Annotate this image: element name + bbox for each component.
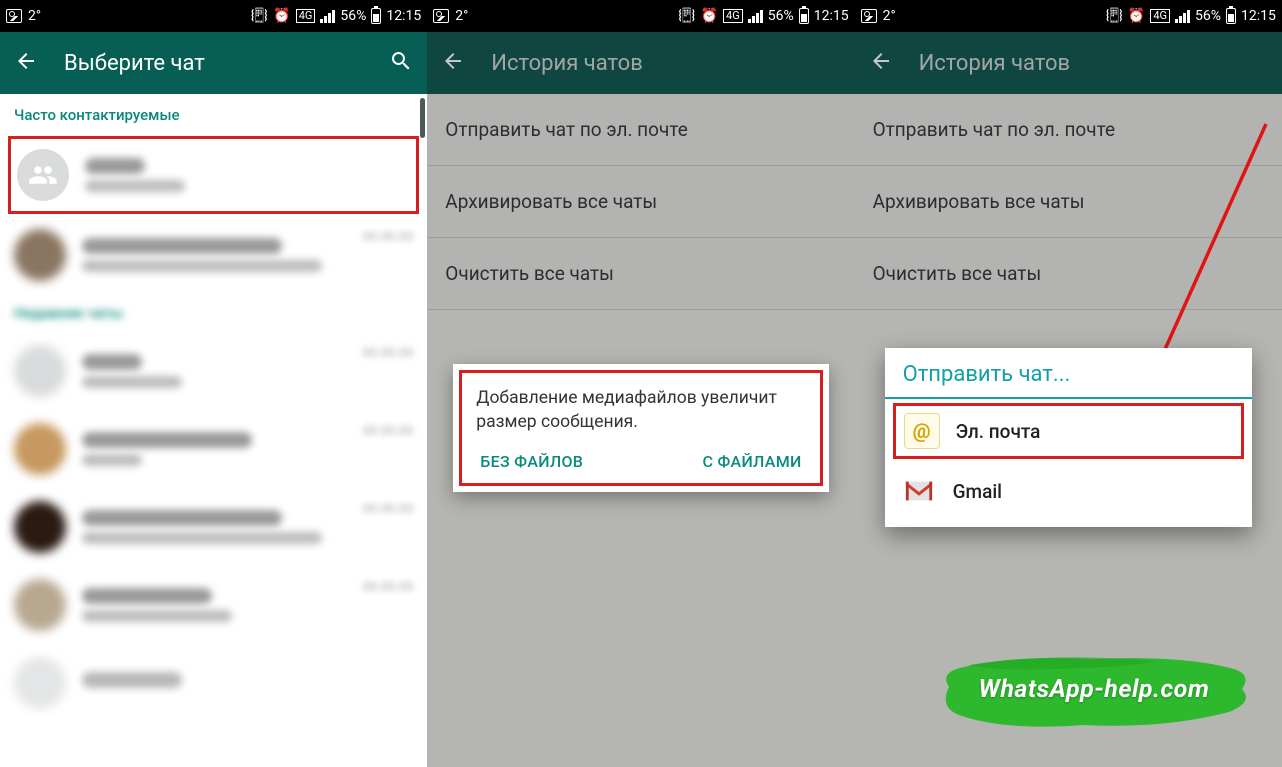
- status-bar: 2° 4G 56% 12:15: [427, 0, 854, 32]
- screen-chat-history-dialog: 2° 4G 56% 12:15 История чатов Отправить …: [427, 0, 854, 767]
- section-recent-label: Недавние чаты: [0, 294, 427, 332]
- without-files-button[interactable]: БЕЗ ФАЙЛОВ: [480, 452, 583, 471]
- contact-row[interactable]: [0, 644, 427, 722]
- status-temperature: 2°: [455, 8, 468, 24]
- network-badge: 4G: [723, 9, 743, 23]
- share-option-gmail[interactable]: Gmail: [885, 463, 1252, 519]
- share-option-label: Эл. почта: [956, 420, 1041, 443]
- status-time: 12:15: [814, 8, 849, 24]
- search-icon[interactable]: [389, 49, 413, 77]
- app-bar: Выберите чат: [0, 32, 427, 94]
- option-clear-all: Очистить все чаты: [855, 238, 1282, 310]
- status-time: 12:15: [386, 8, 421, 24]
- share-sheet: Отправить чат... @ Эл. почта Gmail: [885, 348, 1252, 527]
- back-arrow-icon[interactable]: [14, 49, 38, 77]
- share-option-label: Gmail: [953, 480, 1002, 503]
- alarm-icon: [701, 8, 718, 24]
- email-app-icon: @: [904, 413, 940, 449]
- alarm-icon: [273, 8, 290, 24]
- app-bar: История чатов: [427, 32, 854, 94]
- signal-icon: [1175, 9, 1190, 23]
- battery-percent: 56%: [768, 8, 794, 24]
- network-badge: 4G: [1150, 9, 1170, 23]
- share-sheet-title: Отправить чат...: [885, 348, 1252, 399]
- status-temperature: 2°: [28, 8, 41, 24]
- battery-icon: [371, 8, 381, 24]
- option-email-chat: Отправить чат по эл. почте: [855, 94, 1282, 166]
- dialog-message: Добавление медиафайлов увеличит размер с…: [476, 387, 805, 434]
- status-temperature: 2°: [883, 8, 896, 24]
- app-bar: История чатов: [855, 32, 1282, 94]
- back-arrow-icon: [441, 49, 465, 77]
- media-dialog: Добавление медиафайлов увеличит размер с…: [453, 364, 828, 492]
- scrollbar-thumb[interactable]: [420, 98, 425, 138]
- gmail-app-icon: [901, 473, 937, 509]
- contact-row[interactable]: 00.00.00: [0, 566, 427, 644]
- page-title: История чатов: [919, 51, 1071, 76]
- battery-icon: [1226, 8, 1236, 24]
- screen-select-chat: 2° 4G 56% 12:15 Выберите чат Часто конта…: [0, 0, 427, 767]
- battery-percent: 56%: [340, 8, 366, 24]
- back-arrow-icon: [869, 49, 893, 77]
- vibrate-icon: [678, 8, 695, 24]
- contact-row[interactable]: 00.00.00: [0, 410, 427, 488]
- contact-row[interactable]: 00.00.00: [0, 332, 427, 410]
- section-frequent-label: Часто контактируемые: [0, 94, 427, 134]
- page-title: История чатов: [491, 51, 643, 76]
- screen-share-chooser: 2° 4G 56% 12:15 История чатов Отправить …: [855, 0, 1282, 767]
- option-archive-all: Архивировать все чаты: [855, 166, 1282, 238]
- status-bar: 2° 4G 56% 12:15: [0, 0, 427, 32]
- option-email-chat: Отправить чат по эл. почте: [427, 94, 854, 166]
- image-icon: [861, 9, 877, 23]
- vibrate-icon: [1105, 8, 1122, 24]
- page-title: Выберите чат: [64, 51, 205, 76]
- status-bar: 2° 4G 56% 12:15: [855, 0, 1282, 32]
- image-icon: [6, 9, 22, 23]
- signal-icon: [320, 9, 335, 23]
- contact-row[interactable]: 00.00.00: [0, 216, 427, 294]
- alarm-icon: [1128, 8, 1145, 24]
- status-time: 12:15: [1241, 8, 1276, 24]
- option-archive-all: Архивировать все чаты: [427, 166, 854, 238]
- group-avatar-icon: [17, 149, 69, 201]
- share-option-email[interactable]: @ Эл. почта: [893, 403, 1244, 459]
- contact-row-highlighted[interactable]: [8, 136, 419, 214]
- with-files-button[interactable]: С ФАЙЛАМИ: [702, 452, 801, 471]
- vibrate-icon: [251, 8, 268, 24]
- signal-icon: [748, 9, 763, 23]
- option-clear-all: Очистить все чаты: [427, 238, 854, 310]
- image-icon: [433, 9, 449, 23]
- battery-icon: [799, 8, 809, 24]
- network-badge: 4G: [296, 9, 316, 23]
- battery-percent: 56%: [1195, 8, 1221, 24]
- contact-row[interactable]: 00.00.00: [0, 488, 427, 566]
